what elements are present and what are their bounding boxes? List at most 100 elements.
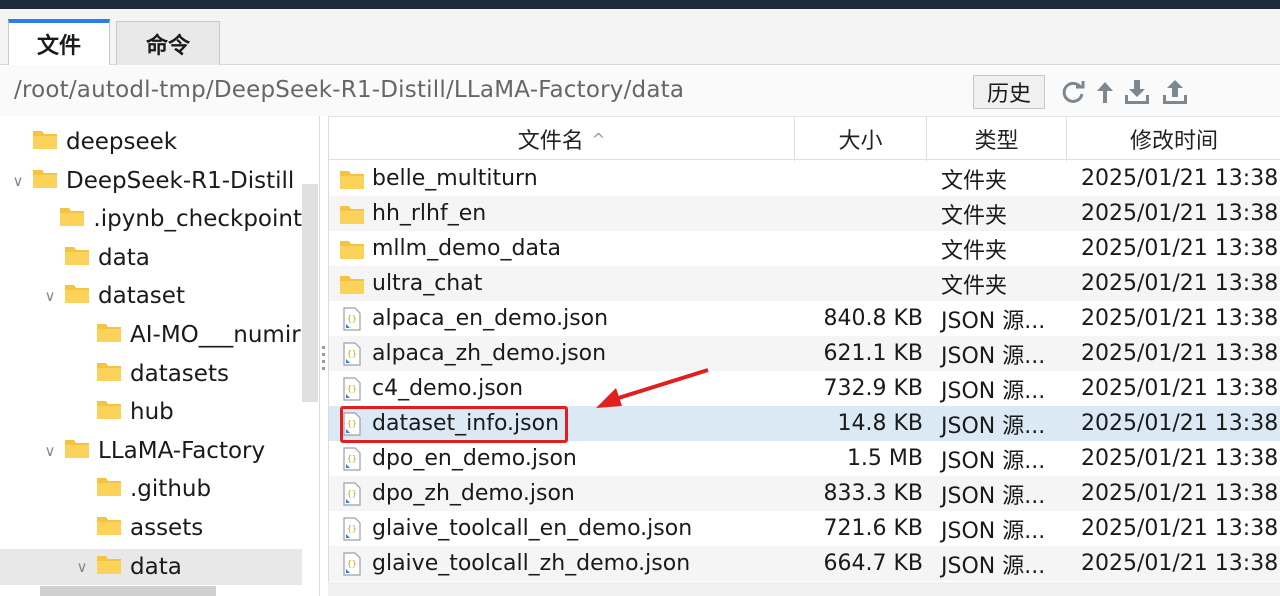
file-row[interactable]: {} c4_demo.json 732.9 KB JSON 源... 2025/01/2… xyxy=(329,371,1280,406)
file-row[interactable]: {} alpaca_zh_demo.json 621.1 KB JSON 源... 20… xyxy=(329,336,1280,371)
svg-text:{}: {} xyxy=(347,454,357,463)
file-modified: 2025/01/21 13:38 xyxy=(1081,551,1279,576)
tree-item-label: .github xyxy=(130,476,212,503)
file-name: glaive_toolcall_en_demo.json xyxy=(372,516,693,541)
file-name: dpo_zh_demo.json xyxy=(372,481,575,506)
file-size xyxy=(799,196,923,231)
file-size: 732.9 KB xyxy=(823,376,924,401)
tree-horizontal-scrollbar[interactable] xyxy=(40,586,216,596)
download-icon[interactable] xyxy=(1122,76,1152,108)
sort-ascending-icon: ^ xyxy=(591,129,606,149)
tree-item-label: AI-MO___numir xyxy=(130,322,301,348)
file-type: JSON 源... xyxy=(941,378,1046,404)
file-list: 文件名 ^ 大小 类型 修改时间 belle_multiturn 文件夹 2025/… xyxy=(328,116,1280,596)
folder-icon xyxy=(64,282,90,310)
file-size xyxy=(799,161,923,196)
column-name-header[interactable]: 文件名 ^ xyxy=(329,117,795,161)
file-list-horizontal-scrollbar[interactable] xyxy=(328,582,1280,596)
file-name: belle_multiturn xyxy=(372,166,538,191)
history-button[interactable]: 历史 xyxy=(973,75,1045,109)
folder-icon xyxy=(96,321,122,349)
file-row[interactable]: mllm_demo_data 文件夹 2025/01/21 13:38 xyxy=(329,231,1280,266)
file-row[interactable]: {} dpo_en_demo.json 1.5 MB JSON 源... 2025/01… xyxy=(329,441,1280,476)
folder-icon xyxy=(64,437,90,465)
tree-item[interactable]: hub xyxy=(0,394,302,430)
file-name: alpaca_zh_demo.json xyxy=(372,341,607,366)
tree-item[interactable]: .ipynb_checkpoint xyxy=(0,201,302,237)
file-row[interactable]: {} dpo_zh_demo.json 833.3 KB JSON 源... 2025/… xyxy=(329,476,1280,511)
tree-item[interactable]: datasets xyxy=(0,356,302,392)
folder-icon xyxy=(96,475,122,503)
folder-icon xyxy=(339,266,365,301)
tab-bar: 文件 命令 xyxy=(0,9,1280,65)
tree-item-label: datasets xyxy=(130,360,229,387)
tree-item-label: deepseek xyxy=(66,129,178,155)
tree-item[interactable]: AI-MO___numir xyxy=(0,317,302,353)
folder-icon xyxy=(32,128,58,156)
up-arrow-icon[interactable] xyxy=(1090,76,1120,108)
path-input[interactable]: /root/autodl-tmp/DeepSeek-R1-Distill/LLa… xyxy=(14,77,684,103)
folder-icon xyxy=(64,244,90,272)
file-modified: 2025/01/21 13:38 xyxy=(1081,516,1279,541)
json-file-icon: {} xyxy=(339,301,365,336)
tree-item-label: dataset xyxy=(98,283,185,310)
tab-command[interactable]: 命令 xyxy=(116,21,220,65)
file-type: 文件夹 xyxy=(941,168,1008,194)
chevron-down-icon[interactable]: ∨ xyxy=(72,558,92,576)
tree-item[interactable]: ∨ data xyxy=(0,548,302,585)
chevron-down-icon[interactable]: ∨ xyxy=(8,172,28,190)
file-modified: 2025/01/21 13:38 xyxy=(1081,481,1279,506)
refresh-icon[interactable] xyxy=(1058,76,1088,108)
tree-scrollbar[interactable] xyxy=(302,184,318,402)
file-type: 文件夹 xyxy=(941,203,1008,229)
file-name: dpo_en_demo.json xyxy=(372,446,577,471)
file-modified: 2025/01/21 13:38 xyxy=(1081,376,1279,401)
tree-item[interactable]: assets xyxy=(0,510,302,546)
folder-tree: deepseek ∨ DeepSeek-R1-Distill .ipynb_check… xyxy=(0,116,320,596)
tree-item[interactable]: ∨ dataset xyxy=(0,278,302,314)
file-modified: 2025/01/21 13:38 xyxy=(1081,411,1279,436)
tree-item[interactable]: ∨ LLaMA-Factory xyxy=(0,433,302,469)
annotation-highlight-box xyxy=(340,406,568,443)
column-type-header[interactable]: 类型 xyxy=(927,117,1067,161)
tree-item[interactable]: deepseek xyxy=(0,124,302,160)
chevron-down-icon[interactable]: ∨ xyxy=(40,287,60,305)
folder-icon xyxy=(96,553,122,581)
file-name: glaive_toolcall_zh_demo.json xyxy=(372,551,691,576)
json-file-icon: {} xyxy=(339,371,365,406)
tree-item[interactable]: ∨ DeepSeek-R1-Distill xyxy=(0,163,302,199)
file-row[interactable]: belle_multiturn 文件夹 2025/01/21 13:38 xyxy=(329,161,1280,196)
tab-files[interactable]: 文件 xyxy=(8,19,110,65)
window-top-bar xyxy=(0,0,1280,9)
file-row[interactable]: hh_rlhf_en 文件夹 2025/01/21 13:38 xyxy=(329,196,1280,231)
upload-icon[interactable] xyxy=(1160,76,1190,108)
svg-text:{}: {} xyxy=(347,559,357,568)
file-row[interactable]: ultra_chat 文件夹 2025/01/21 13:38 xyxy=(329,266,1280,301)
folder-icon xyxy=(32,167,58,195)
chevron-down-icon[interactable]: ∨ xyxy=(40,442,60,460)
file-row[interactable]: {} alpaca_en_demo.json 840.8 KB JSON 源... 20… xyxy=(329,301,1280,336)
folder-icon xyxy=(96,514,122,542)
pane-splitter[interactable] xyxy=(320,346,326,370)
file-size: 840.8 KB xyxy=(823,306,924,331)
column-modified-header[interactable]: 修改时间 xyxy=(1067,117,1280,161)
file-type: JSON 源... xyxy=(941,343,1046,369)
tree-item[interactable]: data xyxy=(0,240,302,276)
column-size-header[interactable]: 大小 xyxy=(795,117,927,161)
file-size: 664.7 KB xyxy=(823,551,924,576)
tree-item-label: .ipynb_checkpoint xyxy=(93,206,302,233)
file-type: JSON 源... xyxy=(941,413,1046,439)
folder-icon xyxy=(96,398,122,426)
file-type: JSON 源... xyxy=(941,483,1046,509)
json-file-icon: {} xyxy=(339,476,365,511)
folder-icon xyxy=(339,161,365,196)
tree-item[interactable]: .github xyxy=(0,471,302,507)
path-bar: /root/autodl-tmp/DeepSeek-R1-Distill/LLa… xyxy=(0,66,1280,116)
json-file-icon: {} xyxy=(339,336,365,371)
json-file-icon: {} xyxy=(339,511,365,546)
file-name: mllm_demo_data xyxy=(372,236,562,261)
file-row[interactable]: {} glaive_toolcall_en_demo.json 721.6 KB JS… xyxy=(329,511,1280,546)
svg-text:{}: {} xyxy=(347,524,357,533)
folder-icon xyxy=(339,231,365,266)
file-row[interactable]: {} glaive_toolcall_zh_demo.json 664.7 KB JS… xyxy=(329,546,1280,581)
